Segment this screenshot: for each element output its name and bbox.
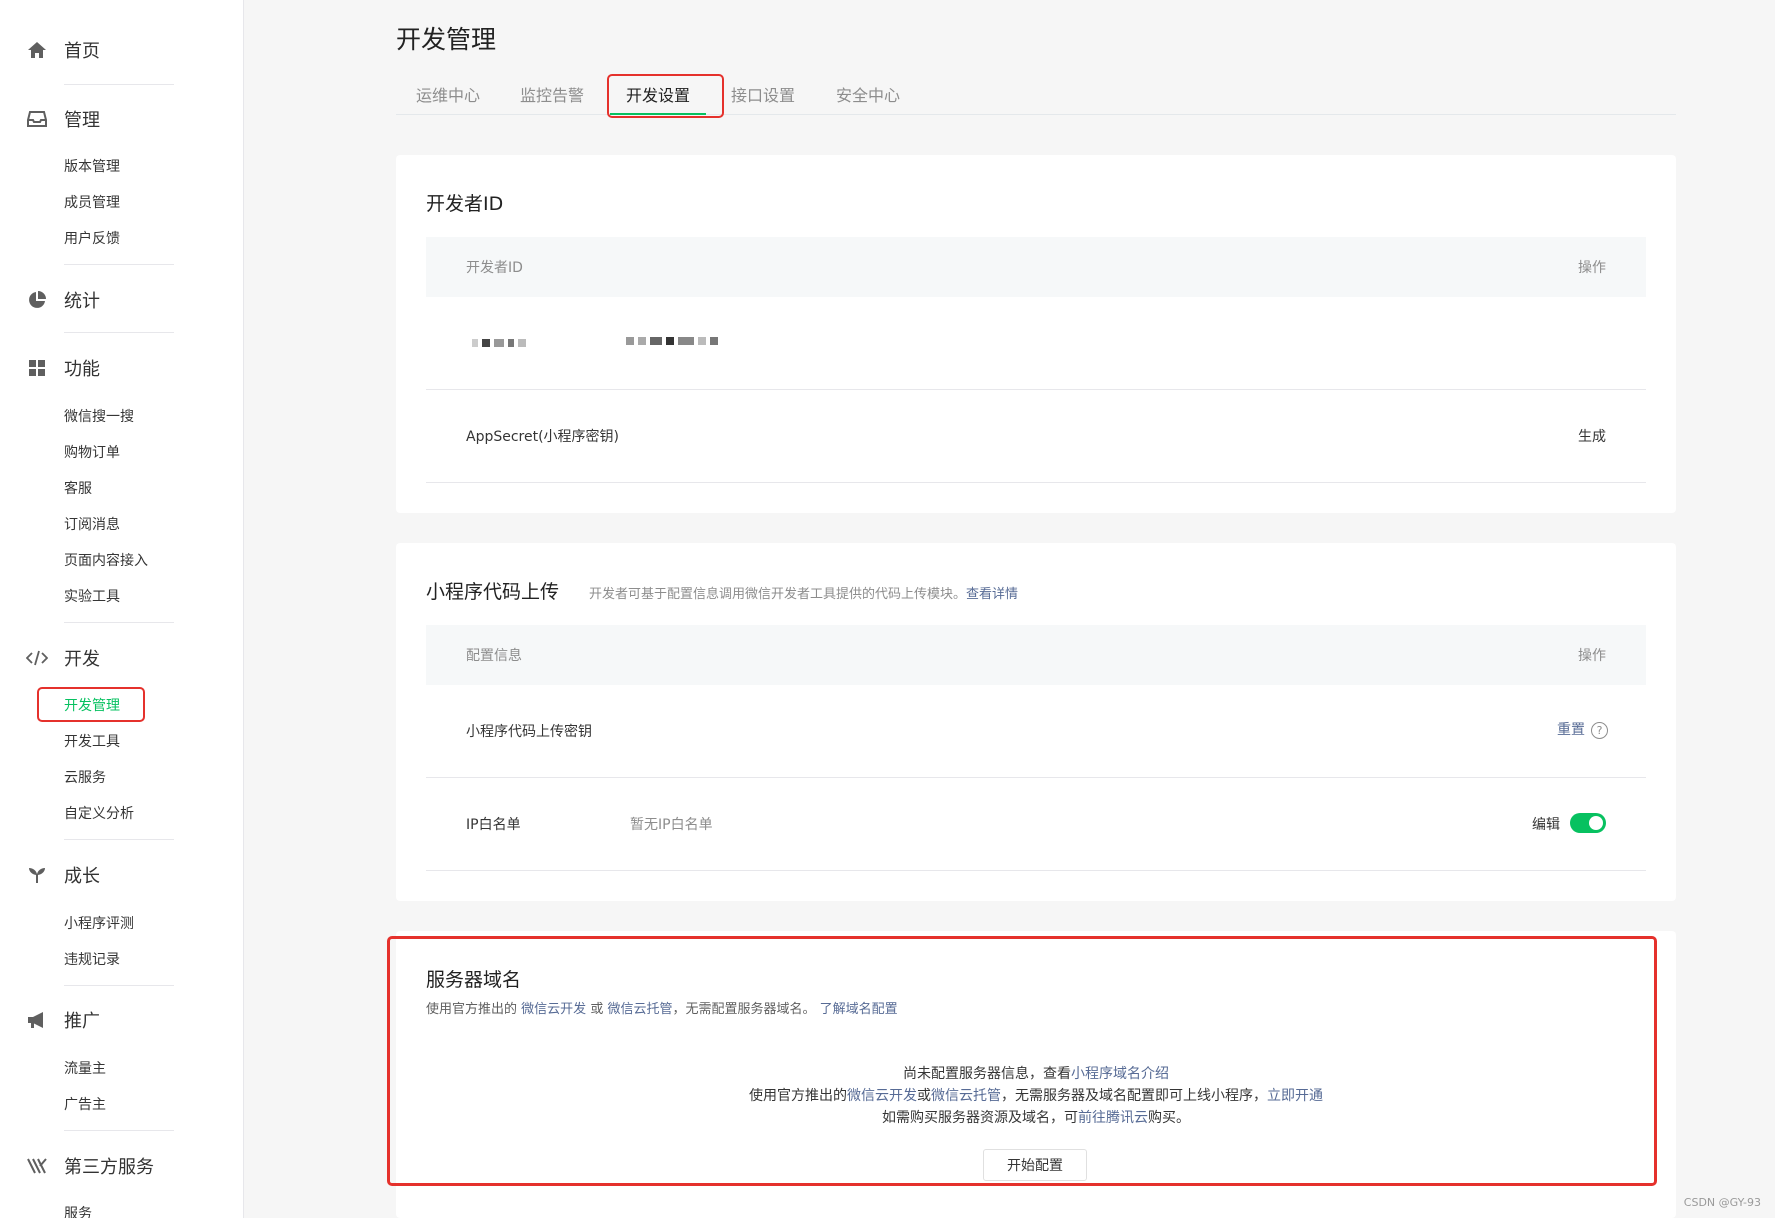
sidebar-item-review[interactable]: 小程序评测 xyxy=(64,914,134,934)
edit-ip-link[interactable]: 编辑 xyxy=(1532,814,1560,834)
sprout-icon xyxy=(26,864,48,886)
generate-secret-link[interactable]: 生成 xyxy=(1578,426,1606,446)
third-party-icon xyxy=(26,1155,48,1177)
nav-manage[interactable]: 管理 xyxy=(26,104,100,134)
nav-growth[interactable]: 成长 xyxy=(26,860,100,890)
sidebar-item-service[interactable]: 客服 xyxy=(64,479,92,499)
divider xyxy=(64,84,174,85)
card-title: 小程序代码上传 xyxy=(426,581,560,603)
col-config: 配置信息 xyxy=(466,648,522,664)
sidebar-item-publisher[interactable]: 流量主 xyxy=(64,1059,106,1079)
table-row xyxy=(426,297,1646,390)
nav-home-label: 首页 xyxy=(64,41,100,62)
reset-action: 重置? xyxy=(1557,719,1608,739)
sidebar-item-dev-tools[interactable]: 开发工具 xyxy=(64,732,120,752)
ip-whitelist-label: IP白名单 xyxy=(466,817,521,833)
sidebar-item-orders[interactable]: 购物订单 xyxy=(64,443,120,463)
sidebar-item-members[interactable]: 成员管理 xyxy=(64,193,120,213)
nav-home[interactable]: 首页 xyxy=(26,35,100,65)
sidebar-item-violations[interactable]: 违规记录 xyxy=(64,950,120,970)
nav-third-party[interactable]: 第三方服务 xyxy=(26,1151,154,1181)
ip-whitelist-toggle[interactable] xyxy=(1570,813,1606,833)
nav-features[interactable]: 功能 xyxy=(26,353,100,383)
view-details-link[interactable]: 查看详情 xyxy=(966,587,1018,602)
watermark: CSDN @GY-93 xyxy=(1683,1196,1761,1209)
divider xyxy=(64,985,174,986)
sidebar-item-services[interactable]: 服务 xyxy=(64,1204,92,1218)
code-upload-card: 小程序代码上传 开发者可基于配置信息调用微信开发者工具提供的代码上传模块。查看详… xyxy=(396,543,1676,901)
sidebar-item-lab[interactable]: 实验工具 xyxy=(64,587,120,607)
table-header: 开发者ID 操作 xyxy=(426,237,1646,297)
nav-stats[interactable]: 统计 xyxy=(26,285,100,315)
nav-features-label: 功能 xyxy=(64,359,100,380)
nav-dev[interactable]: 开发 xyxy=(26,643,100,673)
divider xyxy=(64,622,174,623)
app-secret-label: AppSecret(小程序密钥) xyxy=(466,429,620,445)
sidebar-item-subscribe[interactable]: 订阅消息 xyxy=(64,515,120,535)
nav-promo[interactable]: 推广 xyxy=(26,1005,100,1035)
masked-app-id xyxy=(472,339,526,347)
sidebar: 首页 管理 版本管理 成员管理 用户反馈 统计 功能 微信搜一搜 购物订单 客服… xyxy=(0,0,244,1218)
help-icon[interactable]: ? xyxy=(1591,721,1608,739)
card-title: 开发者ID xyxy=(426,193,504,215)
upload-key-label: 小程序代码上传密钥 xyxy=(466,724,592,740)
table-header: 配置信息 操作 xyxy=(426,625,1646,685)
table-row: 小程序代码上传密钥 重置? xyxy=(426,685,1646,778)
sidebar-item-version[interactable]: 版本管理 xyxy=(64,157,120,177)
divider xyxy=(64,1130,174,1131)
tab-ops[interactable]: 运维中心 xyxy=(416,82,480,106)
divider xyxy=(64,839,174,840)
reset-key-link[interactable]: 重置 xyxy=(1557,722,1585,738)
sidebar-item-advertiser[interactable]: 广告主 xyxy=(64,1095,106,1115)
highlight-box xyxy=(387,936,1657,1186)
sidebar-item-analysis[interactable]: 自定义分析 xyxy=(64,804,134,824)
sidebar-item-search[interactable]: 微信搜一搜 xyxy=(64,407,134,427)
sidebar-item-content[interactable]: 页面内容接入 xyxy=(64,551,148,571)
masked-app-id-extra xyxy=(626,337,718,345)
sidebar-item-cloud[interactable]: 云服务 xyxy=(64,768,106,788)
col-action: 操作 xyxy=(1578,260,1606,276)
nav-dev-label: 开发 xyxy=(64,649,100,670)
inbox-icon xyxy=(26,108,48,130)
code-icon xyxy=(26,647,48,669)
nav-stats-label: 统计 xyxy=(64,291,100,312)
card-description: 开发者可基于配置信息调用微信开发者工具提供的代码上传模块。查看详情 xyxy=(589,583,1018,602)
tab-security[interactable]: 安全中心 xyxy=(836,82,900,106)
nav-manage-label: 管理 xyxy=(64,110,100,131)
page-title: 开发管理 xyxy=(396,25,497,54)
ip-whitelist-value: 暂无IP白名单 xyxy=(630,817,713,833)
nav-growth-label: 成长 xyxy=(64,866,100,887)
tab-monitor[interactable]: 监控告警 xyxy=(520,82,584,106)
megaphone-icon xyxy=(26,1009,48,1031)
highlight-box xyxy=(37,687,145,722)
home-icon xyxy=(26,39,48,61)
col-action: 操作 xyxy=(1578,648,1606,664)
table-row: IP白名单 暂无IP白名单 编辑 xyxy=(426,778,1646,871)
nav-promo-label: 推广 xyxy=(64,1011,100,1032)
tab-bar: 运维中心 监控告警 开发设置 接口设置 安全中心 xyxy=(396,80,1676,115)
tab-api-settings[interactable]: 接口设置 xyxy=(731,82,795,106)
divider xyxy=(64,332,174,333)
divider xyxy=(64,264,174,265)
grid-icon xyxy=(26,357,48,379)
table-row: AppSecret(小程序密钥) 生成 xyxy=(426,390,1646,483)
upload-desc-text: 开发者可基于配置信息调用微信开发者工具提供的代码上传模块。 xyxy=(589,587,967,602)
highlight-box xyxy=(607,74,724,118)
dev-id-card: 开发者ID 开发者ID 操作 AppSecret(小程序密钥) 生成 xyxy=(396,155,1676,513)
sidebar-item-feedback[interactable]: 用户反馈 xyxy=(64,229,120,249)
nav-third-party-label: 第三方服务 xyxy=(64,1157,154,1178)
pie-chart-icon xyxy=(26,289,48,311)
col-dev-id: 开发者ID xyxy=(466,260,523,276)
